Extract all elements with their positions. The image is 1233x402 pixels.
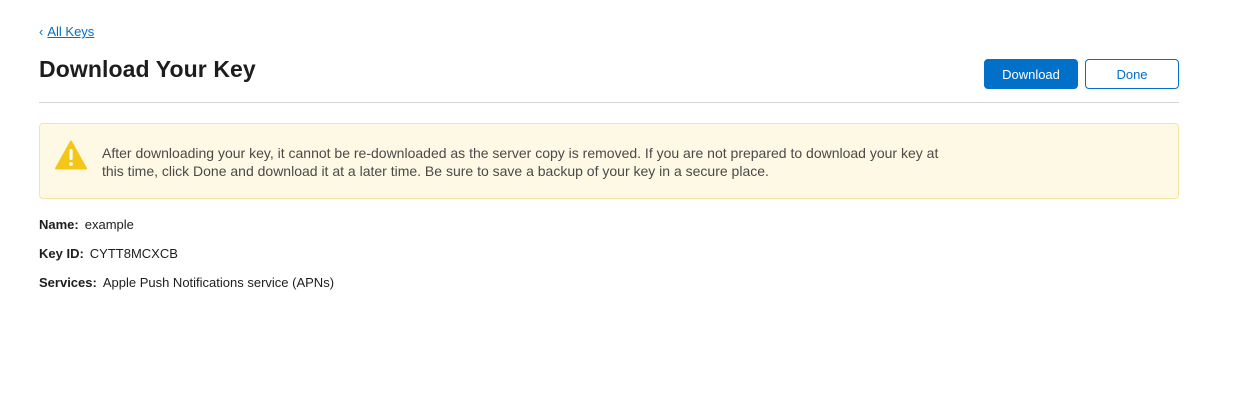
header-divider — [39, 102, 1179, 103]
services-value: Apple Push Notifications service (APNs) — [102, 275, 335, 290]
key-id-label: Key ID: — [39, 246, 84, 261]
warning-notice: After downloading your key, it cannot be… — [39, 123, 1179, 199]
detail-row-name: Name: example — [39, 217, 134, 232]
back-link-label: All Keys — [47, 24, 95, 39]
detail-row-services: Services: Apple Push Notifications servi… — [39, 275, 334, 290]
page-title: Download Your Key — [39, 56, 256, 82]
warning-icon — [55, 140, 87, 170]
name-label: Name: — [39, 217, 79, 232]
services-label: Services: — [39, 275, 97, 290]
download-button[interactable]: Download — [984, 59, 1078, 89]
key-id-value: CYTT8MCXCB — [89, 246, 178, 261]
back-link-all-keys[interactable]: ‹ All Keys — [39, 24, 94, 39]
chevron-left-icon: ‹ — [39, 24, 44, 39]
detail-row-key-id: Key ID: CYTT8MCXCB — [39, 246, 178, 261]
done-button[interactable]: Done — [1085, 59, 1179, 89]
name-value: example — [84, 217, 134, 232]
warning-message: After downloading your key, it cannot be… — [102, 145, 939, 179]
